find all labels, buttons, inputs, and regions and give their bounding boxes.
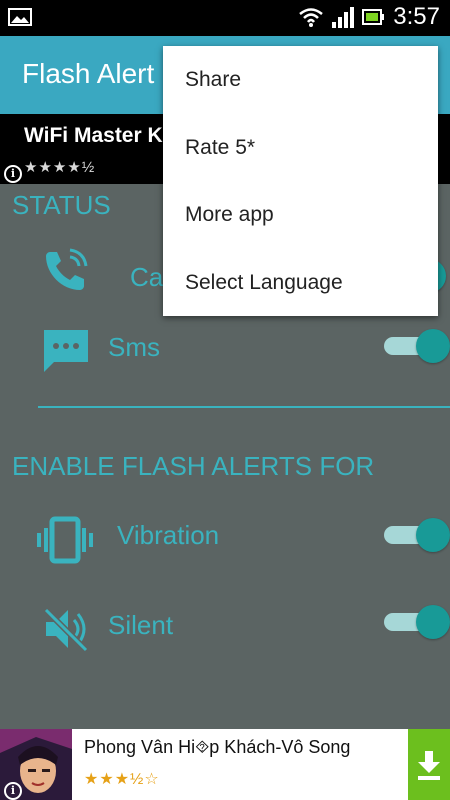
bottom-ad-title[interactable]: Phong Vân Hi⯑p Khách-Vô Song [84, 737, 350, 758]
bottom-ad-rating: ★★★½☆ [84, 771, 160, 788]
status-bar: 3:57 [0, 0, 450, 36]
status-time: 3:57 [393, 3, 440, 30]
toggle-thumb [416, 329, 450, 363]
signal-icon [332, 7, 354, 28]
battery-icon [362, 9, 384, 25]
info-icon[interactable]: i [4, 165, 22, 183]
silent-toggle[interactable] [384, 604, 450, 639]
bottom-info-icon[interactable]: i [4, 782, 22, 800]
phone-ringing-icon [46, 248, 88, 290]
top-ad-title[interactable]: WiFi Master Ke [24, 124, 174, 148]
download-button[interactable] [408, 729, 450, 800]
wifi-icon [299, 8, 323, 27]
download-icon [418, 751, 440, 780]
enable-section-header: ENABLE FLASH ALERTS FOR [12, 451, 375, 481]
silent-icon [43, 607, 89, 652]
menu-item-share[interactable]: Share [163, 46, 438, 113]
overflow-menu: Share Rate 5* More app Select Language [163, 46, 438, 316]
vibration-label: Vibration [117, 520, 220, 550]
menu-item-select-language[interactable]: Select Language [163, 249, 438, 316]
sms-label: Sms [108, 332, 160, 362]
message-icon [44, 330, 88, 372]
silent-label: Silent [108, 610, 174, 640]
sms-toggle[interactable] [384, 328, 450, 363]
menu-item-more-app[interactable]: More app [163, 181, 438, 248]
section-divider [38, 406, 450, 408]
bottom-ad-banner[interactable]: Phong Vân Hi⯑p Khách-Vô Song ★★★½☆ [0, 729, 450, 800]
toggle-thumb [416, 605, 450, 639]
toggle-thumb [416, 518, 450, 552]
app-title: Flash Alert [22, 58, 155, 89]
status-section-header: STATUS [12, 190, 111, 220]
image-icon [8, 8, 32, 26]
call-label: Ca [130, 262, 164, 292]
vibration-toggle[interactable] [384, 517, 450, 552]
vibration-icon [37, 516, 93, 564]
menu-item-rate[interactable]: Rate 5* [163, 114, 438, 181]
top-ad-rating: ★★★★½ [24, 159, 96, 176]
